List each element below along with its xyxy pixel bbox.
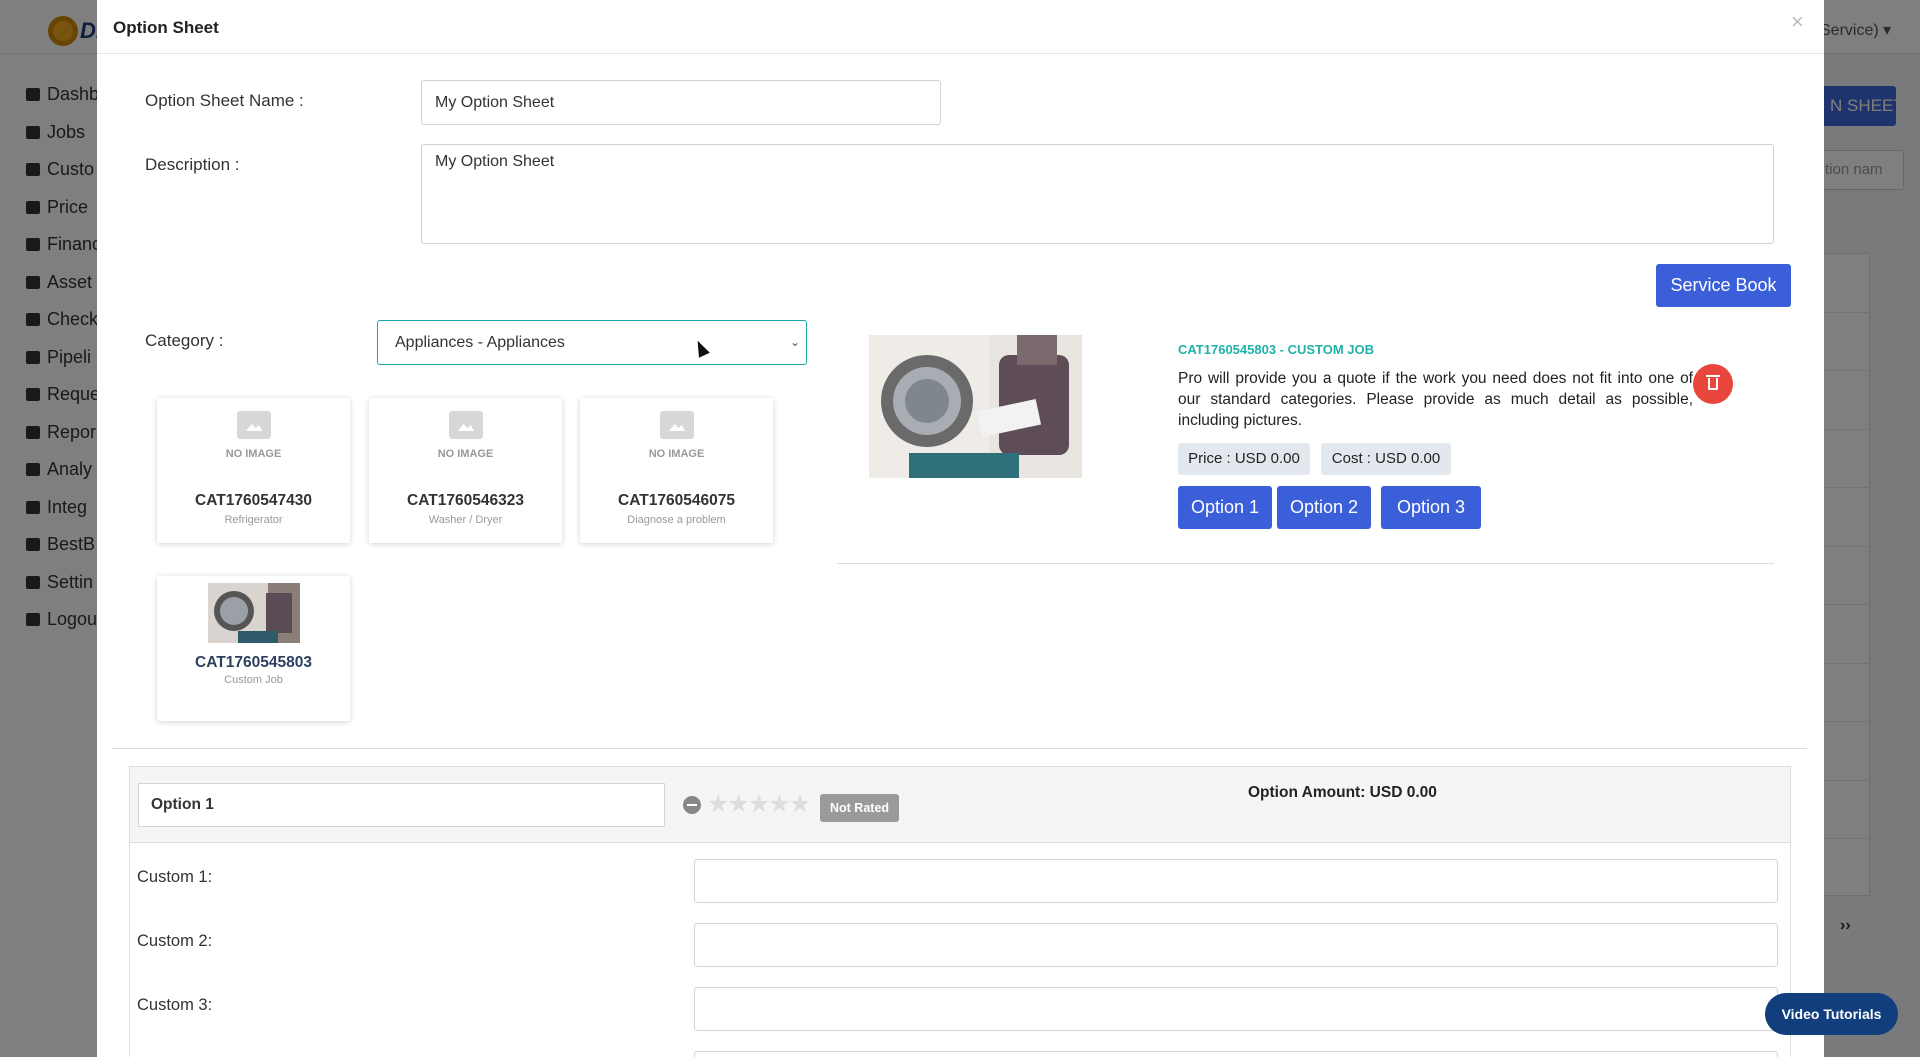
star-rating[interactable]: ★★★★★ [707,789,811,819]
star-icon[interactable]: ★ [748,790,770,818]
category-select-value: Appliances - Appliances [395,334,565,351]
option-2-button[interactable]: Option 2 [1277,486,1371,529]
divider [112,748,1807,749]
category-card-code: CAT1760547430 [195,492,312,509]
delete-button[interactable] [1693,364,1733,404]
category-card-name: Refrigerator [224,514,283,526]
option-name-input[interactable]: Option 1 [138,783,665,827]
option-sheet-modal: Option Sheet × Option Sheet Name : My Op… [97,0,1824,1057]
modal-header: Option Sheet × [97,0,1824,54]
option-sheet-name-label: Option Sheet Name : [145,91,304,110]
category-card[interactable]: NO IMAGE CAT1760546323 Washer / Dryer [369,398,562,543]
option-panel: Option 1 ★★★★★ Not Rated Option Amount: … [129,766,1791,1057]
star-icon[interactable]: ★ [727,790,749,818]
washer-technician-thumbnail [208,583,300,643]
category-photo [869,335,1082,478]
custom-2-input[interactable] [694,923,1778,967]
custom-4-input[interactable] [694,1051,1778,1057]
star-icon[interactable]: ★ [768,790,790,818]
cost-badge: Cost : USD 0.00 [1321,443,1451,475]
category-card-code: CAT1760545803 [195,654,312,671]
no-image-label: NO IMAGE [225,448,282,460]
option-1-button[interactable]: Option 1 [1178,486,1272,529]
description-label: Description : [145,155,240,174]
category-card-code: CAT1760546075 [618,492,735,509]
trash-icon-body [1708,378,1718,390]
trash-icon [1706,375,1720,377]
no-image-label: NO IMAGE [648,448,705,460]
category-card[interactable]: NO IMAGE CAT1760547430 Refrigerator [157,398,350,543]
close-icon[interactable]: × [1791,9,1804,35]
no-image-icon [237,411,271,439]
category-card[interactable]: NO IMAGE CAT1760546075 Diagnose a proble… [580,398,773,543]
star-icon[interactable]: ★ [707,790,729,818]
no-image-label: NO IMAGE [437,448,494,460]
custom-1-label: Custom 1: [137,868,213,886]
divider [837,563,1774,564]
category-card-code: CAT1760546323 [407,492,524,509]
no-image-icon [660,411,694,439]
category-card-name: Diagnose a problem [627,514,726,526]
option-sheet-name-input[interactable]: My Option Sheet [421,80,941,125]
category-label: Category : [145,331,224,350]
detail-description: Pro will provide you a quote if the work… [1178,370,1693,429]
rating-badge: Not Rated [820,794,900,822]
category-card-selected[interactable]: CAT1760545803 Custom Job [157,576,350,721]
star-icon[interactable]: ★ [789,790,811,818]
custom-2-label: Custom 2: [137,932,213,950]
category-card-name: Custom Job [224,674,283,686]
chevron-down-icon: ⌄ [789,335,800,349]
option-panel-header: Option 1 ★★★★★ Not Rated Option Amount: … [130,767,1790,843]
custom-3-label: Custom 3: [137,996,213,1014]
custom-3-input[interactable] [694,987,1778,1031]
category-card-name: Washer / Dryer [428,514,503,526]
modal-title: Option Sheet [113,18,219,37]
option-amount: Option Amount: USD 0.00 [1248,784,1437,801]
custom-1-input[interactable] [694,859,1778,903]
category-select[interactable]: Appliances - Appliances ⌄ [377,320,807,365]
video-tutorials-button[interactable]: Video Tutorials [1765,993,1898,1035]
option-3-button[interactable]: Option 3 [1381,486,1481,529]
clear-rating-icon[interactable] [683,796,701,814]
price-badge: Price : USD 0.00 [1178,443,1310,475]
description-textarea[interactable]: My Option Sheet [421,144,1774,244]
no-image-icon [449,411,483,439]
detail-title: CAT1760545803 - CUSTOM JOB [1178,342,1375,357]
service-book-button[interactable]: Service Book [1656,264,1791,307]
